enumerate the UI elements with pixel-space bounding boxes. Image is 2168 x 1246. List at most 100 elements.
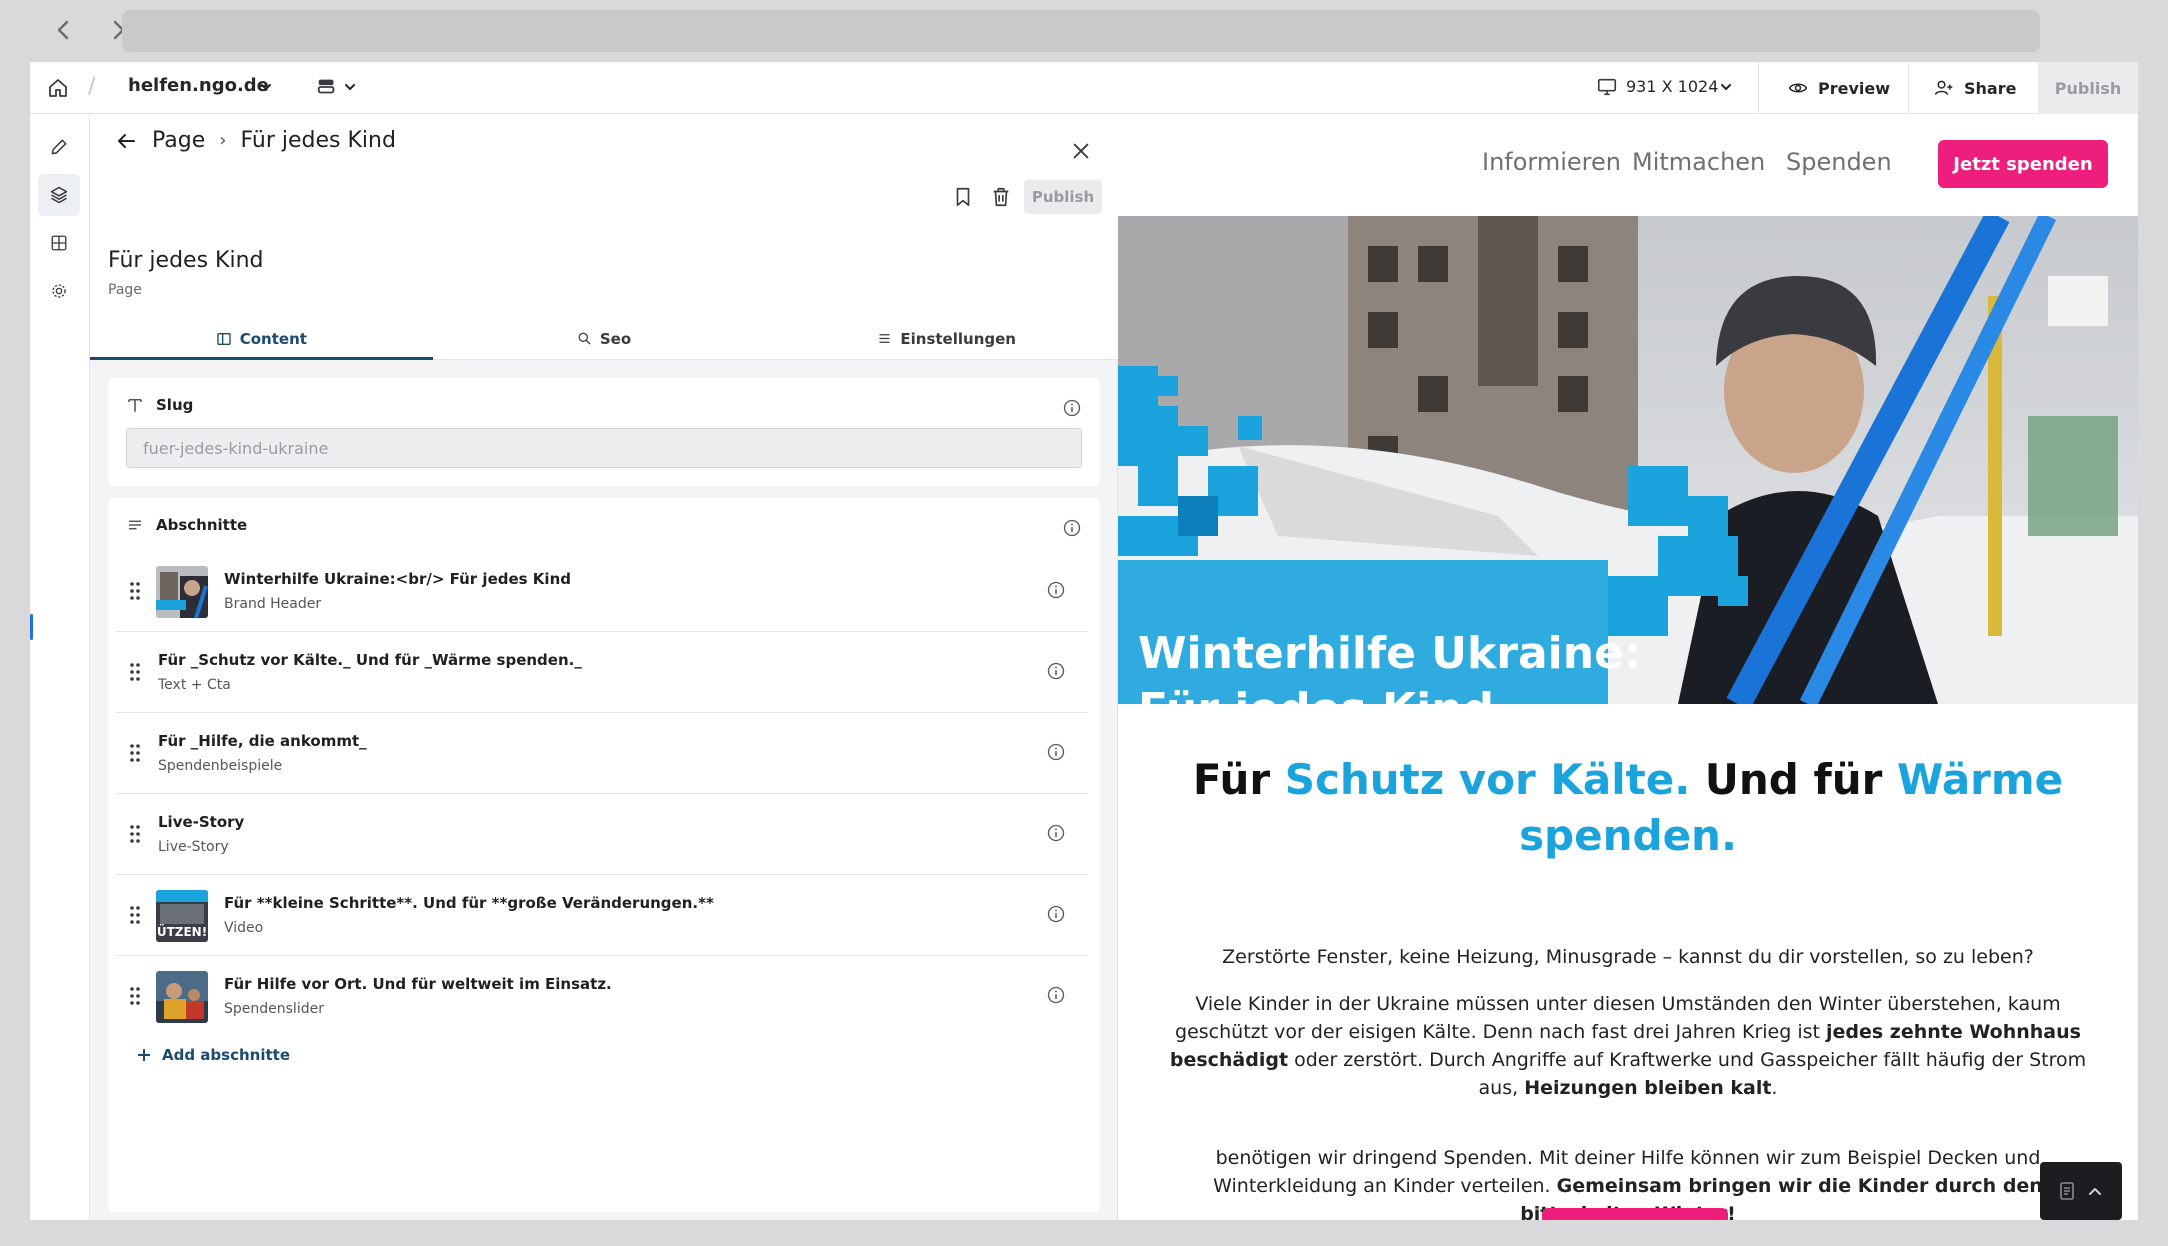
headline-highlight: Schutz vor Kälte. xyxy=(1284,755,1691,804)
divider xyxy=(1758,62,1759,114)
rail-edit[interactable] xyxy=(38,126,80,168)
cms-editor-window: / helfen.ngo.de 931 X 1024 Preview Share… xyxy=(30,62,2138,1220)
live-preview: Informieren Mitmachen Spenden Jetzt spen… xyxy=(1118,114,2138,1220)
browser-back-icon[interactable] xyxy=(46,12,82,48)
section-row[interactable]: Live-Story Live-Story xyxy=(116,795,1088,875)
section-thumbnail xyxy=(156,971,208,1023)
section-type: Spendenbeispiele xyxy=(158,758,283,774)
add-section-label: Add abschnitte xyxy=(162,1046,290,1064)
drag-handle-icon[interactable] xyxy=(128,823,142,845)
slug-input[interactable] xyxy=(126,428,1082,468)
desktop-icon[interactable] xyxy=(1596,76,1618,98)
drag-handle-icon[interactable] xyxy=(128,661,142,683)
publish-entry-button[interactable]: Publish xyxy=(1024,180,1102,214)
section-title: Für _Schutz vor Kälte._ Und für _Wärme s… xyxy=(158,651,582,669)
nav-link-mitmachen[interactable]: Mitmachen xyxy=(1632,148,1765,176)
trash-icon[interactable] xyxy=(990,186,1012,208)
tab-content[interactable]: Content xyxy=(90,318,433,360)
arrow-left-icon[interactable] xyxy=(114,129,138,153)
chevron-up-icon[interactable] xyxy=(2087,1183,2103,1199)
body-paragraph: Viele Kinder in der Ukraine müssen unter… xyxy=(1158,990,2098,1102)
text-bold: Heizungen bleiben kalt xyxy=(1524,1077,1772,1099)
browser-chrome xyxy=(0,0,2168,62)
tab-einstellungen[interactable]: Einstellungen xyxy=(775,318,1118,359)
info-icon[interactable] xyxy=(1046,661,1066,681)
site-selector[interactable]: helfen.ngo.de xyxy=(128,75,269,96)
hero-line-1: Winterhilfe Ukraine: xyxy=(1138,628,1642,679)
panel-header: Page › Für jedes Kind Publish Für jedes … xyxy=(90,114,1118,360)
entry-title: Für jedes Kind xyxy=(108,248,264,273)
info-icon[interactable] xyxy=(1062,518,1082,538)
info-icon[interactable] xyxy=(1046,985,1066,1005)
top-bar: / helfen.ngo.de 931 X 1024 Preview Share… xyxy=(30,62,2138,114)
share-button[interactable]: Share xyxy=(1934,62,2016,114)
hero-line-2: Für jedes Kind xyxy=(1138,682,1642,704)
bookmark-icon[interactable] xyxy=(952,186,974,208)
info-icon[interactable] xyxy=(1062,398,1082,418)
drag-handle-icon[interactable] xyxy=(128,742,142,764)
section-type: Spendenslider xyxy=(224,1001,324,1017)
site-navigation: Informieren Mitmachen Spenden Jetzt spen… xyxy=(1118,114,2138,216)
section-title: Winterhilfe Ukraine:<br/> Für jedes Kind xyxy=(224,570,571,588)
slug-field-card: Slug xyxy=(108,378,1100,486)
database-icon[interactable] xyxy=(316,76,338,98)
publish-button[interactable]: Publish xyxy=(2038,62,2138,114)
slug-label-text: Slug xyxy=(156,396,194,414)
headline-part: Für xyxy=(1192,755,1285,804)
rail-scroll-indicator xyxy=(30,614,33,640)
floating-toolbar[interactable] xyxy=(2040,1162,2122,1220)
chevron-down-icon[interactable] xyxy=(1718,79,1734,95)
info-icon[interactable] xyxy=(1046,823,1066,843)
nav-link-informieren[interactable]: Informieren xyxy=(1482,148,1621,176)
entry-editor-panel: Page › Für jedes Kind Publish Für jedes … xyxy=(90,114,1118,1220)
entry-type: Page xyxy=(108,282,142,298)
tab-label: Seo xyxy=(599,329,632,348)
info-icon[interactable] xyxy=(1046,904,1066,924)
drag-handle-icon[interactable] xyxy=(128,985,142,1007)
tab-label: Einstellungen xyxy=(900,329,1016,348)
donate-now-button[interactable]: Jetzt spenden xyxy=(1938,140,2108,188)
sections-card: Abschnitte Winterhilfe Ukraine:<br/> Für… xyxy=(108,498,1100,1212)
document-icon[interactable] xyxy=(2059,1182,2075,1200)
section-type: Text + Cta xyxy=(158,677,231,693)
section-row[interactable]: Winterhilfe Ukraine:<br/> Für jedes Kind… xyxy=(116,552,1088,632)
address-bar[interactable] xyxy=(122,10,2040,52)
breadcrumb: Page › Für jedes Kind xyxy=(114,128,396,153)
drag-handle-icon[interactable] xyxy=(128,904,142,926)
add-section-button[interactable]: Add abschnitte xyxy=(136,1046,290,1064)
close-icon[interactable] xyxy=(1070,140,1092,162)
section-title: Live-Story xyxy=(158,813,245,831)
device-size-selector[interactable]: 931 X 1024 xyxy=(1626,77,1718,96)
info-icon[interactable] xyxy=(1046,742,1066,762)
columns-icon xyxy=(217,332,231,345)
layers-icon xyxy=(50,186,68,204)
section-row[interactable]: Für Hilfe vor Ort. Und für weltweit im E… xyxy=(116,957,1088,1037)
breadcrumb-current: Für jedes Kind xyxy=(240,128,396,153)
tab-seo[interactable]: Seo xyxy=(433,318,776,359)
home-icon[interactable] xyxy=(46,76,70,100)
rail-layers[interactable] xyxy=(38,174,80,216)
editor-tabs: Content Seo Einstellungen xyxy=(90,318,1118,360)
chevron-down-icon[interactable] xyxy=(258,79,274,95)
section-title: Für Hilfe vor Ort. Und für weltweit im E… xyxy=(224,975,612,993)
hero-headline: Winterhilfe Ukraine: Für jedes Kind xyxy=(1138,626,1642,704)
section-row[interactable]: Für _Hilfe, die ankommt_ Spendenbeispiel… xyxy=(116,714,1088,794)
nav-link-spenden[interactable]: Spenden xyxy=(1786,148,1892,176)
info-icon[interactable] xyxy=(1046,580,1066,600)
preview-label: Preview xyxy=(1818,78,1891,98)
section-title: Für _Hilfe, die ankommt_ xyxy=(158,732,367,750)
preview-button[interactable]: Preview xyxy=(1788,62,1890,114)
rail-settings[interactable] xyxy=(38,270,80,312)
section-row[interactable]: Für _Schutz vor Kälte._ Und für _Wärme s… xyxy=(116,633,1088,713)
section-type: Video xyxy=(224,920,264,936)
hero-banner: Winterhilfe Ukraine: Für jedes Kind xyxy=(1118,216,2138,704)
donate-button-partial[interactable] xyxy=(1542,1208,1728,1220)
breadcrumb-root[interactable]: Page xyxy=(152,128,205,153)
rail-components[interactable] xyxy=(38,222,80,264)
chevron-down-icon[interactable] xyxy=(342,79,358,95)
intro-paragraph: Zerstörte Fenster, keine Heizung, Minusg… xyxy=(1222,946,2034,968)
drag-handle-icon[interactable] xyxy=(128,580,142,602)
section-row[interactable]: ÜTZEN! Für **kleine Schritte**. Und für … xyxy=(116,876,1088,956)
section-thumbnail xyxy=(156,566,208,618)
slug-label: Slug xyxy=(126,396,193,414)
